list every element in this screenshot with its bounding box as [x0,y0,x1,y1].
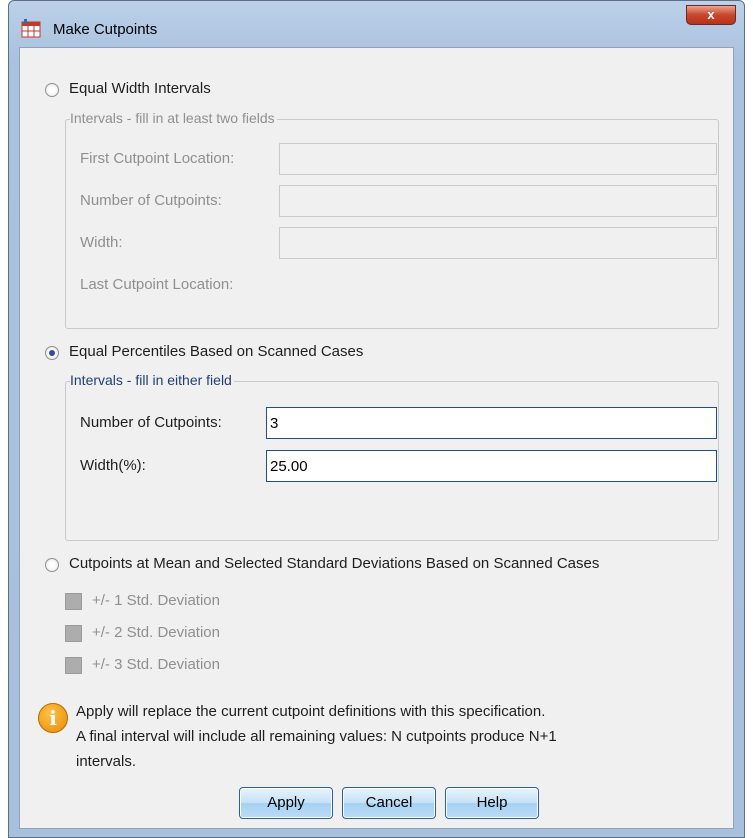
info-line-3: intervals. [76,753,137,770]
number-of-cutpoints-label-disabled: Number of Cutpoints: [80,192,222,209]
number-of-cutpoints-label: Number of Cutpoints: [80,414,222,431]
equal-width-radio[interactable] [45,83,59,97]
sd2-checkbox[interactable] [65,625,82,642]
last-cutpoint-label: Last Cutpoint Location: [80,276,234,293]
window-title: Make Cutpoints [53,21,158,38]
equal-width-label[interactable]: Equal Width Intervals [69,80,211,97]
close-button[interactable]: x [686,5,736,25]
sd3-label: +/- 3 Std. Deviation [92,656,220,673]
equal-percentiles-group-label: Intervals - fill in either field [70,372,234,388]
width-percent-input[interactable] [266,450,717,482]
info-icon: i [38,703,68,733]
make-cutpoints-dialog: Make Cutpoints x Equal Width Intervals I… [8,0,745,838]
first-cutpoint-label: First Cutpoint Location: [80,150,235,167]
mean-sd-radio[interactable] [45,558,59,572]
mean-sd-label[interactable]: Cutpoints at Mean and Selected Standard … [69,555,599,572]
number-of-cutpoints-field-disabled[interactable] [279,185,717,217]
apply-button[interactable]: Apply [239,787,333,819]
sd2-label: +/- 2 Std. Deviation [92,624,220,641]
sd3-checkbox[interactable] [65,657,82,674]
sd1-checkbox[interactable] [65,593,82,610]
cancel-button[interactable]: Cancel [342,787,436,819]
close-icon: x [707,7,715,22]
info-line-1: Apply will replace the current cutpoint … [76,703,546,720]
sd1-label: +/- 1 Std. Deviation [92,592,220,609]
info-line-2: A final interval will include all remain… [76,728,557,745]
dialog-content: Equal Width Intervals Intervals - fill i… [19,47,734,829]
title-bar[interactable]: Make Cutpoints x [9,1,744,45]
equal-percentiles-label[interactable]: Equal Percentiles Based on Scanned Cases [69,343,363,360]
equal-percentiles-radio[interactable] [45,346,59,360]
width-label-disabled: Width: [80,234,123,251]
number-of-cutpoints-input[interactable] [266,407,717,439]
width-percent-label: Width(%): [80,457,146,474]
help-button[interactable]: Help [445,787,539,819]
equal-width-group-label: Intervals - fill in at least two fields [70,110,277,126]
width-field-disabled[interactable] [279,227,717,259]
table-app-icon [21,19,41,38]
first-cutpoint-field[interactable] [279,143,717,175]
